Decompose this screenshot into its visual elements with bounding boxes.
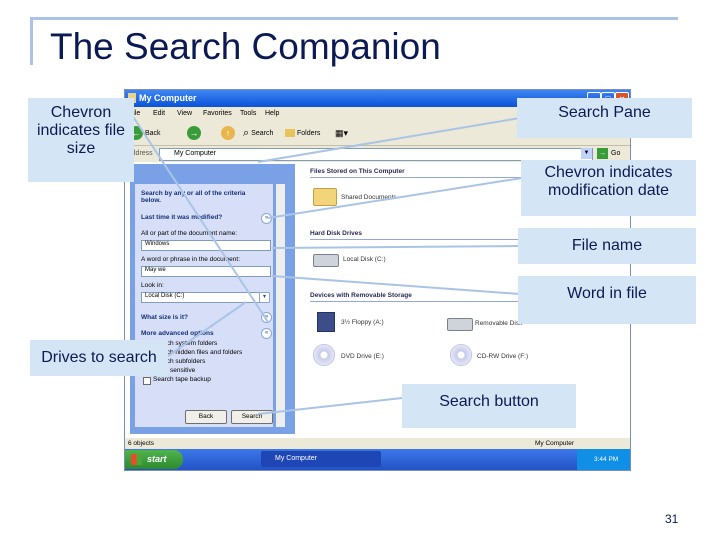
callout-search-pane: Search Pane	[517, 98, 692, 138]
connector-word-in-file	[271, 275, 521, 295]
connector-search-pane	[257, 117, 521, 163]
connector-file-name	[271, 245, 521, 249]
callout-drives-to-search: Drives to search	[30, 340, 168, 376]
connector-search-button	[257, 397, 403, 415]
callout-word-in-file: Word in file	[518, 276, 696, 324]
connector-drives	[167, 301, 247, 357]
connector-file-size	[129, 111, 269, 323]
callout-connectors	[129, 111, 523, 415]
callout-chevron-file-size: Chevron indicates file size	[28, 98, 134, 182]
callout-file-name: File name	[518, 228, 696, 264]
connector-mod-date	[267, 177, 523, 219]
callout-chevron-mod-date: Chevron indicates modification date	[521, 160, 696, 216]
callout-search-button: Search button	[402, 384, 576, 428]
